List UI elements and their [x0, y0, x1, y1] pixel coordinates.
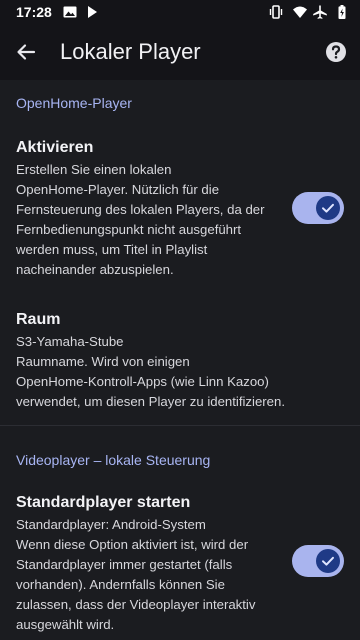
summary-line: vorhanden). Andernfalls können Sie: [16, 577, 225, 592]
pref-room[interactable]: Raum S3-Yamaha-Stube Raumname. Wird von …: [0, 302, 360, 422]
summary-line: Standardplayer: Android-System: [16, 517, 206, 532]
summary-line: werden muss, um Titel in Playlist: [16, 242, 208, 257]
status-bar: 17:28: [0, 0, 360, 24]
pref-default-player[interactable]: Standardplayer starten Standardplayer: A…: [0, 485, 360, 640]
app-bar: Lokaler Player: [0, 24, 360, 80]
pref-activate[interactable]: Aktivieren Erstellen Sie einen lokalen O…: [0, 130, 360, 330]
image-icon: [63, 6, 77, 18]
section-header-openhome: OpenHome-Player: [16, 95, 132, 111]
summary-line: OpenHome-Player. Nützlich für die: [16, 182, 220, 197]
summary-line: Raumname. Wird von einigen: [16, 354, 190, 369]
status-time: 17:28: [16, 4, 52, 20]
vibrate-icon: [269, 5, 283, 19]
room-value: S3-Yamaha-Stube: [16, 334, 124, 349]
summary-line: zulassen, dass der Videoplayer interakti…: [16, 597, 256, 612]
check-icon: [322, 556, 334, 566]
play-icon: [88, 6, 97, 18]
summary-line: verwendet, um diesen Player zu identifiz…: [16, 394, 286, 409]
page-title: Lokaler Player: [60, 39, 201, 64]
battery-icon: [338, 5, 346, 20]
settings-list: OpenHome-Player Aktivieren Erstellen Sie…: [0, 80, 360, 640]
help-icon[interactable]: [324, 40, 348, 64]
summary-line: Standardplayer immer gestartet (falls: [16, 557, 233, 572]
section-divider: [0, 425, 360, 426]
pref-title-activate: Aktivieren: [16, 139, 94, 156]
summary-line: Fernbedienungspunkt nicht ausgeführt: [16, 222, 242, 237]
section-header-videoplayer: Videoplayer – lokale Steuerung: [16, 452, 211, 468]
summary-line: ausgewählt wird.: [16, 617, 115, 632]
activate-switch[interactable]: [292, 192, 344, 224]
pref-summary-room: S3-Yamaha-Stube Raumname. Wird von einig…: [16, 332, 285, 412]
arrow-back-icon[interactable]: [14, 40, 38, 64]
pref-summary-default-player: Standardplayer: Android-System Wenn dies…: [16, 515, 255, 635]
airplane-icon: [313, 5, 327, 19]
check-icon: [322, 203, 334, 213]
switch-thumb: [316, 549, 340, 573]
wifi-icon: [293, 6, 307, 18]
summary-line: Wenn diese Option aktiviert ist, wird de…: [16, 537, 249, 552]
switch-thumb: [316, 196, 340, 220]
summary-line: nacheinander abzuspielen.: [16, 262, 174, 277]
summary-line: OpenHome-Kontroll-Apps (wie Linn Kazoo): [16, 374, 269, 389]
default-player-switch[interactable]: [292, 545, 344, 577]
summary-line: Erstellen Sie einen lokalen: [16, 162, 172, 177]
pref-title-default-player: Standardplayer starten: [16, 494, 191, 511]
pref-summary-activate: Erstellen Sie einen lokalen OpenHome-Pla…: [16, 160, 265, 280]
summary-line: Fernsteuerung des lokalen Players, da de…: [16, 202, 265, 217]
pref-title-room: Raum: [16, 311, 61, 328]
